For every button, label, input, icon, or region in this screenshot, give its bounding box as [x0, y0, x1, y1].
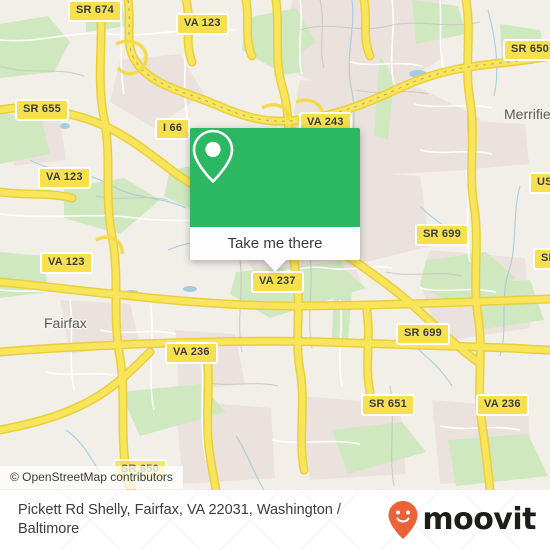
road-shield[interactable]: VA 123 [38, 167, 91, 189]
map-pin-icon [192, 129, 234, 183]
popup-tail [264, 260, 286, 272]
moovit-wordmark: moovit [422, 502, 536, 537]
road-shield[interactable]: SR 674 [68, 0, 122, 22]
road-shield[interactable]: VA 236 [165, 342, 218, 364]
place-label-merrifield: Merrifield [504, 106, 550, 122]
road-shield[interactable]: SR 651 [361, 394, 415, 416]
road-shield[interactable]: I 66 [155, 118, 191, 140]
map-canvas[interactable]: SR 674 VA 123 SR 650 SR 655 I 66 VA 243 … [0, 0, 550, 490]
road-shield[interactable]: SR [533, 248, 550, 270]
popup-header [190, 128, 360, 227]
road-shield[interactable]: VA 237 [251, 271, 304, 293]
popup-action-label: Take me there [227, 235, 323, 252]
map-popup-card[interactable]: Take me there [190, 128, 360, 272]
road-shield[interactable]: SR 650 [503, 39, 550, 61]
moovit-map-screenshot: SR 674 VA 123 SR 650 SR 655 I 66 VA 243 … [0, 0, 550, 550]
road-shield[interactable]: VA 123 [40, 252, 93, 274]
location-caption: Pickett Rd Shelly, Fairfax, VA 22031, Wa… [18, 502, 341, 537]
footer-bar: Pickett Rd Shelly, Fairfax, VA 22031, Wa… [0, 490, 550, 550]
road-shield[interactable]: VA 123 [176, 13, 229, 35]
place-label-fairfax: Fairfax [44, 315, 87, 331]
road-shield[interactable]: SR 699 [415, 224, 469, 246]
road-shield[interactable]: US [529, 172, 550, 194]
moovit-smiley-pin-icon [388, 501, 418, 539]
popup-action[interactable]: Take me there [190, 227, 360, 260]
map-attribution[interactable]: © OpenStreetMap contributors [0, 466, 183, 489]
road-shield[interactable]: VA 236 [476, 394, 529, 416]
moovit-logo[interactable]: moovit [387, 500, 536, 540]
road-shield[interactable]: SR 655 [15, 99, 69, 121]
road-shield[interactable]: SR 699 [396, 323, 450, 345]
